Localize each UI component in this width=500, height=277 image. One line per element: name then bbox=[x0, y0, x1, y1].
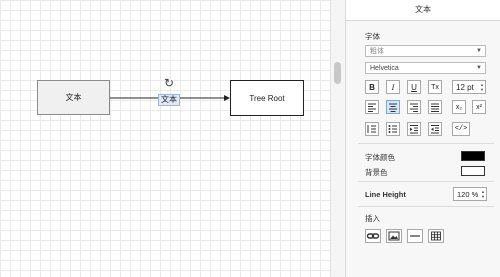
font-size-value: 12 pt bbox=[456, 83, 474, 92]
spinner-icon[interactable]: ▲ ▼ bbox=[481, 189, 485, 199]
insert-label: 插入 bbox=[365, 214, 380, 223]
image-icon bbox=[388, 231, 400, 241]
chevron-down-icon: ▼ bbox=[476, 48, 482, 54]
table-icon bbox=[431, 231, 441, 241]
node-tree-root-label: Tree Root bbox=[249, 93, 285, 103]
diagram-canvas[interactable]: 文本 Tree Root ↻ 文本 bbox=[0, 0, 330, 277]
indent-icon bbox=[410, 125, 418, 134]
vertical-scrollbar[interactable] bbox=[330, 0, 345, 277]
chevron-down-icon: ▼ bbox=[476, 65, 482, 71]
background-color-label: 背景色 bbox=[365, 168, 388, 177]
font-family-value: Helvetica bbox=[370, 65, 399, 72]
align-justify-button[interactable] bbox=[428, 100, 442, 114]
link-icon bbox=[366, 233, 380, 239]
divider bbox=[358, 206, 494, 207]
superscript-button[interactable]: x² bbox=[472, 100, 486, 114]
align-left-button[interactable] bbox=[365, 100, 379, 114]
horizontal-rule-icon bbox=[410, 235, 420, 237]
align-left-icon bbox=[368, 103, 376, 112]
insert-image-button[interactable] bbox=[386, 229, 402, 243]
style-select-value: 粗体 bbox=[370, 48, 384, 55]
style-select[interactable]: 粗体 ▼ bbox=[365, 45, 486, 57]
divider bbox=[358, 143, 494, 144]
align-center-icon bbox=[389, 103, 397, 112]
underline-button[interactable]: U bbox=[407, 80, 421, 94]
panel-tab-text[interactable]: 文本 bbox=[346, 0, 500, 21]
bold-button[interactable]: B bbox=[365, 80, 379, 94]
insert-link-button[interactable] bbox=[365, 229, 381, 243]
unordered-list-icon bbox=[388, 125, 397, 133]
line-height-value: 120 % bbox=[457, 190, 479, 199]
edge-label[interactable]: 文本 bbox=[158, 94, 180, 106]
rotate-handle-icon[interactable]: ↻ bbox=[164, 77, 174, 89]
connector-layer bbox=[110, 95, 230, 101]
italic-button[interactable]: I bbox=[386, 80, 400, 94]
ordered-list-icon bbox=[367, 125, 376, 133]
font-size-input[interactable]: 12 pt ▲ ▼ bbox=[452, 80, 486, 94]
node-left-label: 文本 bbox=[65, 93, 82, 102]
format-panel: 文本 字体 粗体 ▼ Helvetica ▼ B I U Tx 12 pt ▲ ▼… bbox=[345, 0, 500, 277]
unordered-list-button[interactable] bbox=[386, 122, 400, 136]
align-right-icon bbox=[410, 103, 418, 112]
scrollbar-thumb[interactable] bbox=[334, 62, 341, 84]
font-color-swatch[interactable] bbox=[461, 151, 485, 161]
divider bbox=[358, 181, 494, 182]
html-button[interactable]: </> bbox=[452, 122, 470, 136]
ordered-list-button[interactable] bbox=[365, 122, 379, 136]
subscript-button[interactable]: x₂ bbox=[452, 100, 466, 114]
background-color-swatch[interactable] bbox=[461, 166, 485, 176]
font-color-label: 字体颜色 bbox=[365, 153, 395, 162]
spinner-icon[interactable]: ▲ ▼ bbox=[480, 82, 484, 92]
line-height-label: Line Height bbox=[365, 190, 406, 199]
line-height-input[interactable]: 120 % ▲ ▼ bbox=[453, 187, 487, 201]
outdent-button[interactable] bbox=[428, 122, 442, 136]
align-justify-icon bbox=[431, 103, 439, 112]
align-right-button[interactable] bbox=[407, 100, 421, 114]
font-family-select[interactable]: Helvetica ▼ bbox=[365, 62, 486, 74]
insert-table-button[interactable] bbox=[428, 229, 444, 243]
node-left[interactable]: 文本 bbox=[37, 80, 110, 115]
insert-horizontal-rule-button[interactable] bbox=[407, 229, 423, 243]
align-center-button[interactable] bbox=[386, 100, 400, 114]
node-tree-root[interactable]: Tree Root bbox=[230, 80, 304, 116]
indent-button[interactable] bbox=[407, 122, 421, 136]
clear-format-button[interactable]: Tx bbox=[428, 80, 442, 94]
font-section-label: 字体 bbox=[365, 32, 380, 41]
outdent-icon bbox=[431, 125, 439, 134]
